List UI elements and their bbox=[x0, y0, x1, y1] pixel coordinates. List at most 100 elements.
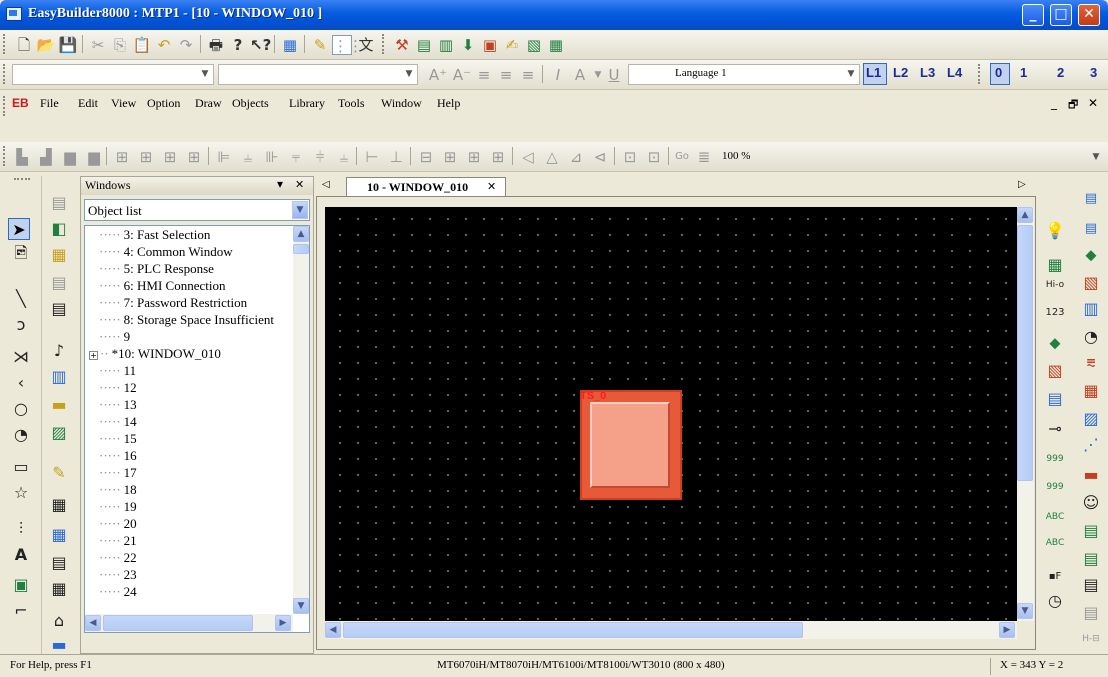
scroll-thumb[interactable] bbox=[1017, 225, 1033, 481]
scroll-right-icon[interactable]: ▶ bbox=[275, 615, 291, 631]
tree-hscroll[interactable]: ◀ ▶ bbox=[85, 614, 293, 632]
context-help-icon[interactable]: ↖? bbox=[250, 35, 271, 55]
layer-L3-button[interactable]: L3 bbox=[920, 65, 935, 80]
object-icon[interactable]: ▦ bbox=[48, 494, 70, 516]
object-icon[interactable]: ▦ bbox=[48, 524, 70, 546]
properties-icon[interactable]: 🖻 bbox=[10, 242, 32, 264]
select-icon[interactable]: ➤ bbox=[8, 218, 30, 240]
align-right-icon[interactable]: ≡ bbox=[518, 65, 538, 85]
align-hcenter-icon[interactable]: ⫨ bbox=[238, 147, 258, 167]
list-item[interactable]: ····· 18 bbox=[99, 483, 137, 497]
tree-vscroll[interactable]: ▲ ▼ bbox=[293, 226, 309, 614]
numeric-display-icon[interactable]: 999 bbox=[1044, 448, 1066, 470]
object-icon[interactable]: ▬ bbox=[48, 634, 70, 656]
cut-icon[interactable]: ✂ bbox=[88, 35, 108, 55]
undo-icon[interactable]: ↶ bbox=[154, 35, 174, 55]
rectangle-icon[interactable]: ▭ bbox=[10, 456, 32, 478]
text-db-icon[interactable]: ▣ bbox=[480, 35, 500, 55]
tools-icon[interactable]: ⚒ bbox=[392, 35, 412, 55]
address-icon[interactable]: ✍ bbox=[502, 35, 522, 55]
align-right-icon[interactable]: ⊪ bbox=[262, 147, 282, 167]
toolbar-grip[interactable] bbox=[382, 34, 385, 54]
zoom-icon[interactable]: ≣ bbox=[694, 147, 714, 167]
group-icon[interactable]: ▙ bbox=[12, 147, 32, 167]
picture-icon[interactable]: ▧ bbox=[524, 35, 544, 55]
line-icon[interactable]: ╲ bbox=[10, 288, 32, 310]
list-item[interactable]: ····· 16 bbox=[99, 449, 137, 463]
state-0-button[interactable]: 0 bbox=[995, 65, 1002, 80]
hi-lo-icon[interactable]: ▤ bbox=[1080, 218, 1102, 240]
list-item[interactable]: ····· 24 bbox=[99, 585, 137, 599]
distribute-icon[interactable]: ⊞ bbox=[488, 147, 508, 167]
rotate-icon[interactable]: ⊲ bbox=[590, 147, 610, 167]
star-icon[interactable]: ☆ bbox=[10, 482, 32, 504]
distribute-icon[interactable]: ⊞ bbox=[464, 147, 484, 167]
minimize-button[interactable]: _ bbox=[1022, 4, 1044, 26]
media-icon[interactable]: ▤ bbox=[1080, 602, 1102, 624]
layer-L1-button[interactable]: L1 bbox=[866, 65, 881, 80]
go-icon[interactable]: Go bbox=[672, 147, 692, 167]
list-item[interactable]: ····· 9 bbox=[99, 330, 130, 344]
menu-library[interactable]: Library bbox=[289, 96, 325, 111]
scroll-down-icon[interactable]: ▼ bbox=[1017, 603, 1033, 619]
slide-switch-icon[interactable]: ▤ bbox=[1044, 388, 1066, 410]
object-list-combo[interactable]: Object list ▼ bbox=[84, 199, 310, 221]
toggle-switch-object[interactable]: TS_0 bbox=[580, 390, 682, 500]
mdi-minimize-button[interactable]: _ bbox=[1051, 96, 1057, 110]
download-icon[interactable]: ⬇ bbox=[458, 35, 478, 55]
print-icon[interactable]: 🖶 bbox=[206, 35, 226, 55]
layer-L4-button[interactable]: L4 bbox=[947, 65, 962, 80]
pen-icon[interactable]: ✎ bbox=[310, 35, 330, 55]
paste-icon[interactable]: 📋 bbox=[132, 35, 152, 55]
align-top-icon[interactable]: ⫧ bbox=[286, 147, 306, 167]
flip-icon[interactable]: △ bbox=[542, 147, 562, 167]
list-item[interactable]: ····· 8: Storage Space Insufficient bbox=[99, 313, 274, 327]
object-icon[interactable]: ⌂ bbox=[48, 610, 70, 632]
font-icon[interactable]: 文 bbox=[356, 35, 376, 55]
meter-icon[interactable]: ◔ bbox=[1080, 326, 1102, 348]
design-canvas[interactable]: TS_0 bbox=[325, 207, 1017, 621]
list-item[interactable]: ····· 15 bbox=[99, 432, 137, 446]
list-item[interactable]: ····· 13 bbox=[99, 398, 137, 412]
align-vcenter-icon[interactable]: ⫩ bbox=[310, 147, 330, 167]
editor-vscroll[interactable]: ▲ ▼ bbox=[1017, 207, 1034, 621]
object-icon[interactable]: ♪ bbox=[48, 340, 70, 362]
event-icon[interactable]: ▤ bbox=[1080, 520, 1102, 542]
compile-icon[interactable]: ▤ bbox=[414, 35, 434, 55]
scale-icon[interactable]: ⫶ bbox=[10, 518, 32, 540]
align-grid-icon[interactable]: ⊞ bbox=[112, 147, 132, 167]
maximize-button[interactable]: □ bbox=[1050, 4, 1072, 26]
redo-icon[interactable]: ↷ bbox=[176, 35, 196, 55]
editor-hscroll[interactable]: ◀ ▶ bbox=[325, 621, 1017, 639]
new-icon[interactable]: 🗋 bbox=[14, 35, 34, 55]
toolbar-grip[interactable] bbox=[978, 64, 981, 84]
menu-file[interactable]: File bbox=[40, 96, 59, 111]
simulate-icon[interactable]: ▥ bbox=[436, 35, 456, 55]
object-icon[interactable]: ▤ bbox=[48, 298, 70, 320]
menu-edit[interactable]: Edit bbox=[78, 96, 98, 111]
bar-graph-icon[interactable]: ▥ bbox=[1080, 298, 1102, 320]
toolbar-grip[interactable] bbox=[3, 64, 6, 84]
language-combo[interactable]: Language 1 ▼ bbox=[628, 64, 860, 85]
align-bottom-icon[interactable]: ⫨ bbox=[334, 147, 354, 167]
align-grid-icon[interactable]: ⊞ bbox=[160, 147, 180, 167]
list-item[interactable]: ····· 17 bbox=[99, 466, 137, 480]
scroll-thumb[interactable] bbox=[293, 244, 309, 254]
menu-objects[interactable]: Objects bbox=[232, 96, 269, 111]
object-icon[interactable]: ◧ bbox=[48, 218, 70, 240]
copy-icon[interactable]: ⎘ bbox=[110, 35, 130, 55]
option-list-icon[interactable]: ⬥ bbox=[1080, 244, 1102, 266]
list-item[interactable]: ····· 14 bbox=[99, 415, 137, 429]
picture-icon[interactable]: ▣ bbox=[10, 574, 32, 596]
ungroup-icon[interactable]: ▟ bbox=[36, 147, 56, 167]
list-item[interactable]: ····· 19 bbox=[99, 500, 137, 514]
make-same-icon[interactable]: ⊡ bbox=[620, 147, 640, 167]
set-bit-icon[interactable]: Hi-o bbox=[1044, 274, 1066, 296]
indirect-window-icon[interactable]: ▪F bbox=[1044, 566, 1066, 588]
numeric-input-icon[interactable]: 123 bbox=[1044, 302, 1066, 324]
menu-draw[interactable]: Draw bbox=[195, 96, 222, 111]
list-item[interactable]: ····· 6: HMI Connection bbox=[99, 279, 225, 293]
grid-icon[interactable]: ⋮⋮ bbox=[332, 35, 363, 55]
data-transfer-icon[interactable]: ▤ bbox=[1080, 548, 1102, 570]
bit-lamp-icon[interactable]: 💡 bbox=[1044, 220, 1066, 242]
